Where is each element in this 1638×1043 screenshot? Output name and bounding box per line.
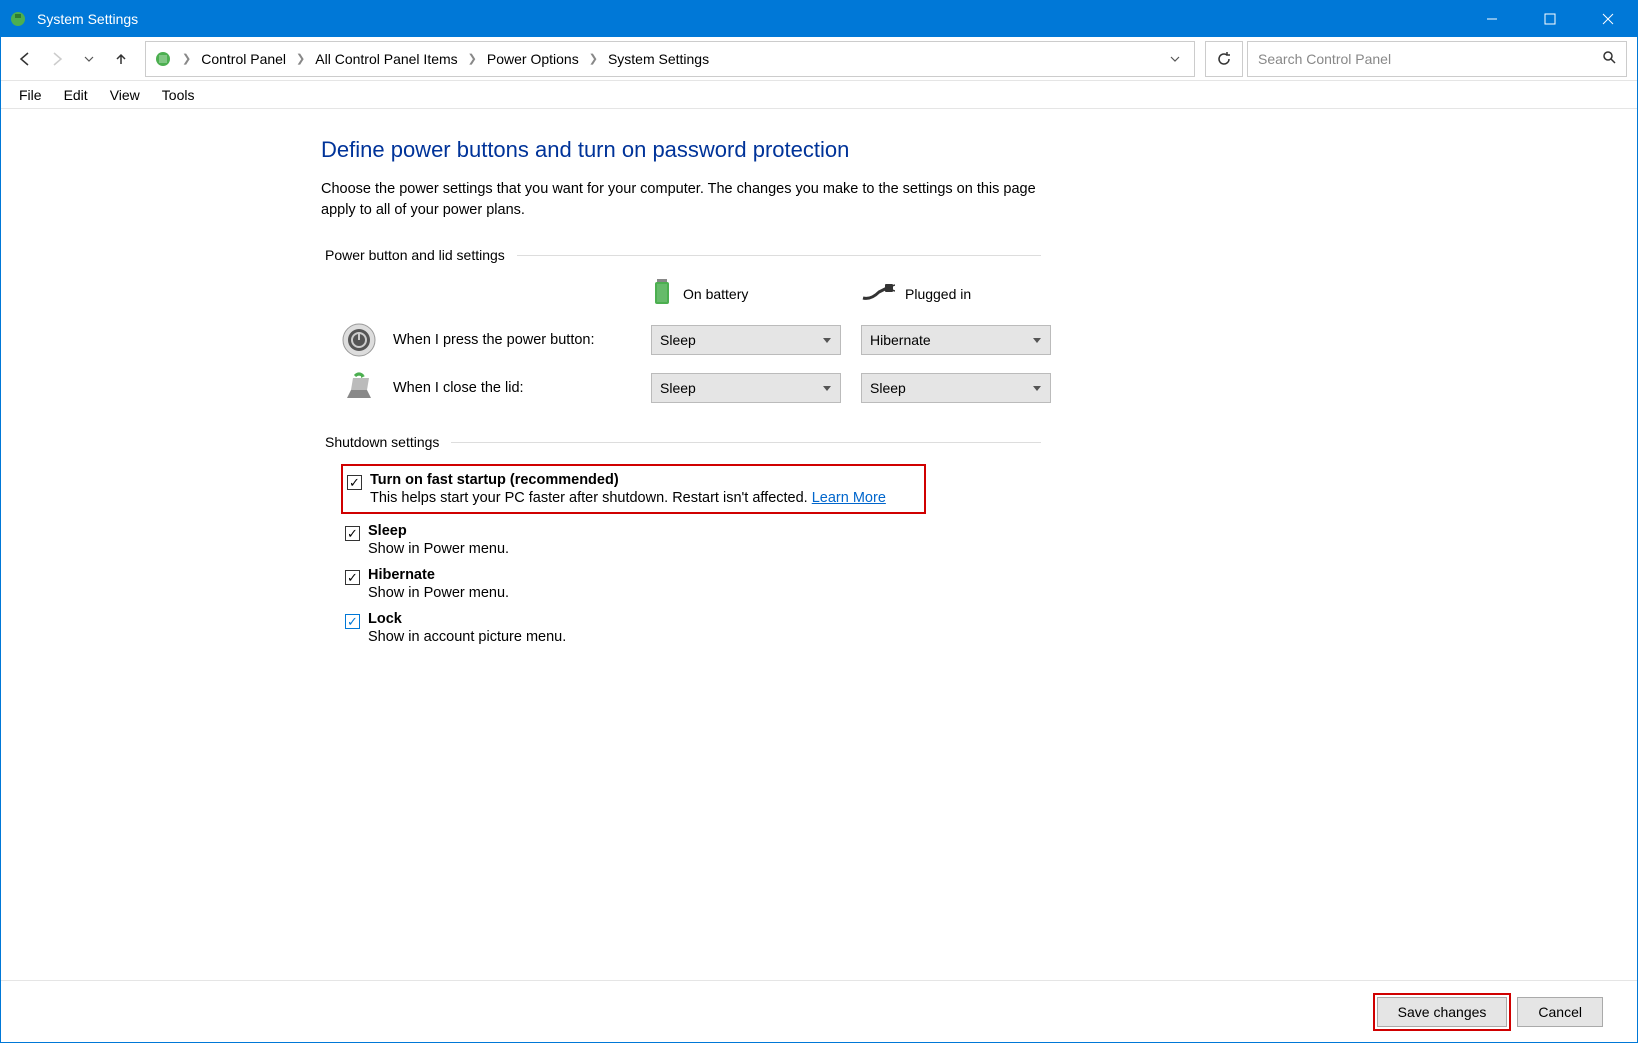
- checkbox-sleep[interactable]: Sleep Show in Power menu.: [341, 520, 1041, 560]
- page-description: Choose the power settings that you want …: [321, 179, 1041, 221]
- laptop-lid-icon: [341, 370, 377, 406]
- row-power-button: When I press the power button:: [341, 322, 641, 358]
- content-area: Define power buttons and turn on passwor…: [1, 109, 1637, 980]
- menu-edit[interactable]: Edit: [54, 84, 98, 106]
- address-bar[interactable]: ❯ Control Panel ❯ All Control Panel Item…: [145, 41, 1195, 77]
- address-dropdown[interactable]: [1164, 54, 1186, 64]
- recent-dropdown[interactable]: [75, 43, 103, 75]
- close-button[interactable]: [1579, 1, 1637, 37]
- cancel-button[interactable]: Cancel: [1517, 997, 1603, 1027]
- plug-icon: [861, 282, 895, 305]
- navbar: ❯ Control Panel ❯ All Control Panel Item…: [1, 37, 1637, 81]
- chevron-right-icon: ❯: [587, 52, 600, 65]
- forward-button[interactable]: [43, 43, 71, 75]
- menubar: File Edit View Tools: [1, 81, 1637, 109]
- select-lid-battery[interactable]: Sleep: [651, 373, 841, 403]
- refresh-button[interactable]: [1205, 41, 1243, 77]
- minimize-button[interactable]: [1463, 1, 1521, 37]
- chevron-right-icon: ❯: [180, 52, 193, 65]
- footer: Save changes Cancel: [1, 980, 1637, 1042]
- checkbox-icon[interactable]: [345, 614, 360, 629]
- app-icon: [9, 10, 27, 28]
- search-box[interactable]: [1247, 41, 1627, 77]
- select-power-battery[interactable]: Sleep: [651, 325, 841, 355]
- section-power-lid: Power button and lid settings: [325, 247, 1041, 263]
- page-heading: Define power buttons and turn on passwor…: [321, 137, 1041, 163]
- chevron-right-icon: ❯: [294, 52, 307, 65]
- menu-view[interactable]: View: [100, 84, 150, 106]
- select-lid-plugged[interactable]: Sleep: [861, 373, 1051, 403]
- breadcrumb-item[interactable]: Power Options: [481, 51, 585, 67]
- checkbox-fast-startup[interactable]: Turn on fast startup (recommended) This …: [341, 464, 926, 514]
- battery-icon: [651, 277, 673, 310]
- search-input[interactable]: [1258, 51, 1602, 67]
- save-changes-button[interactable]: Save changes: [1377, 997, 1508, 1027]
- breadcrumb-item[interactable]: System Settings: [602, 51, 715, 67]
- maximize-button[interactable]: [1521, 1, 1579, 37]
- column-plugged-in: Plugged in: [861, 282, 1061, 305]
- breadcrumb-item[interactable]: Control Panel: [195, 51, 292, 67]
- checkbox-icon[interactable]: [345, 570, 360, 585]
- breadcrumb-item[interactable]: All Control Panel Items: [309, 51, 463, 67]
- up-button[interactable]: [107, 43, 135, 75]
- row-close-lid: When I close the lid:: [341, 370, 641, 406]
- power-icon: [341, 322, 377, 358]
- menu-tools[interactable]: Tools: [152, 84, 205, 106]
- menu-file[interactable]: File: [9, 84, 52, 106]
- learn-more-link[interactable]: Learn More: [812, 490, 886, 506]
- back-button[interactable]: [11, 43, 39, 75]
- select-power-plugged[interactable]: Hibernate: [861, 325, 1051, 355]
- titlebar: System Settings: [1, 1, 1637, 37]
- control-panel-icon: [154, 50, 172, 68]
- checkbox-lock[interactable]: Lock Show in account picture menu.: [341, 608, 1041, 648]
- window-title: System Settings: [37, 11, 1463, 27]
- checkbox-icon[interactable]: [345, 526, 360, 541]
- chevron-right-icon: ❯: [466, 52, 479, 65]
- section-shutdown: Shutdown settings: [325, 434, 1041, 450]
- column-on-battery: On battery: [651, 277, 851, 310]
- checkbox-hibernate[interactable]: Hibernate Show in Power menu.: [341, 564, 1041, 604]
- search-icon: [1602, 50, 1616, 67]
- checkbox-icon[interactable]: [347, 475, 362, 490]
